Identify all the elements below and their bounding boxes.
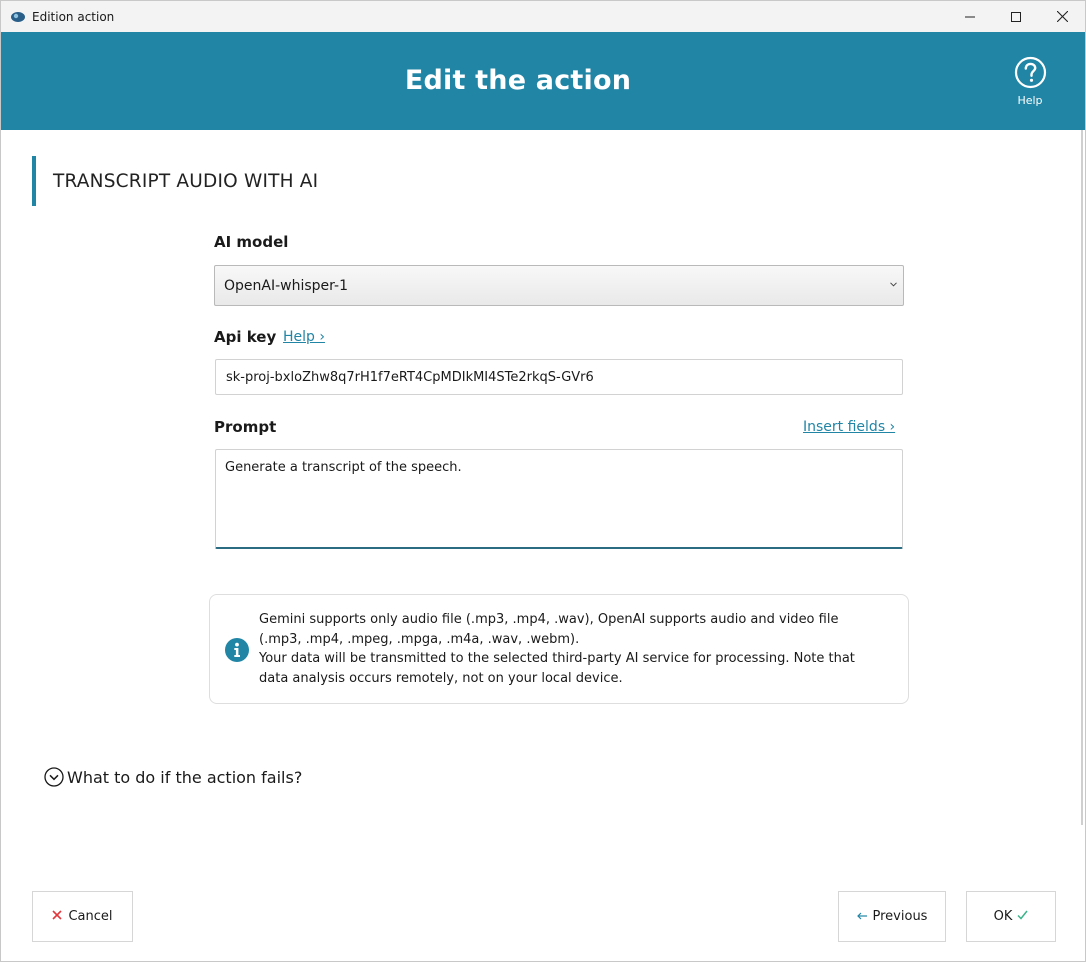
section-title: TRANSCRIPT AUDIO WITH AI: [32, 156, 318, 206]
chevron-down-icon: [890, 279, 897, 290]
ok-label: OK: [993, 909, 1013, 924]
info-line: Your data will be transmitted to the sel…: [259, 651, 855, 666]
minimize-button[interactable]: [947, 1, 993, 32]
previous-button[interactable]: Previous: [838, 891, 946, 942]
app-logo-icon: [10, 9, 26, 25]
window-title: Edition action: [32, 9, 115, 24]
scrollbar[interactable]: [1081, 130, 1083, 825]
maximize-button[interactable]: [993, 1, 1039, 32]
title-bar: Edition action: [1, 1, 1085, 32]
previous-label: Previous: [872, 909, 928, 924]
header-banner: Edit the action Help: [1, 32, 1085, 130]
ai-model-label: AI model: [214, 233, 289, 251]
ai-model-select[interactable]: OpenAI-whisper-1: [214, 265, 904, 306]
help-label: Help: [1017, 94, 1043, 107]
ok-button[interactable]: OK: [966, 891, 1056, 942]
info-line: Gemini supports only audio file (.mp3, .…: [259, 612, 839, 627]
question-circle-icon: [1014, 56, 1047, 93]
cancel-label: Cancel: [68, 909, 113, 924]
api-key-label: Api key: [214, 328, 277, 346]
ai-model-selected-value: OpenAI-whisper-1: [224, 277, 348, 294]
prompt-textarea[interactable]: Generate a transcript of the speech.: [215, 449, 903, 549]
info-line: data analysis occurs remotely, not on yo…: [259, 670, 623, 686]
action-fails-label: What to do if the action fails?: [67, 767, 303, 787]
action-fails-toggle[interactable]: What to do if the action fails?: [44, 767, 302, 787]
insert-fields-link[interactable]: Insert fields ›: [803, 419, 895, 435]
info-notice: Gemini supports only audio file (.mp3, .…: [209, 594, 909, 704]
close-icon: [52, 909, 63, 924]
edition-action-window: Edition action Edit the action Help TRAN…: [0, 0, 1086, 962]
chevron-down-circle-icon: [44, 767, 64, 787]
help-button[interactable]: Help: [1009, 56, 1051, 108]
close-window-button[interactable]: [1039, 1, 1085, 32]
page-title: Edit the action: [404, 65, 632, 96]
api-key-help-link[interactable]: Help ›: [283, 329, 325, 345]
arrow-left-icon: [856, 909, 867, 924]
prompt-label: Prompt: [214, 418, 277, 436]
checkmark-icon: [1017, 909, 1028, 924]
info-icon: [225, 638, 249, 662]
api-key-input[interactable]: sk-proj-bxloZhw8q7rH1f7eRT4CpMDIkMI4STe2…: [215, 359, 903, 395]
cancel-button[interactable]: Cancel: [32, 891, 133, 942]
info-text: Gemini supports only audio file (.mp3, .…: [259, 610, 879, 688]
info-line: (.mp3, .mp4, .mpeg, .mpga, .m4a, .wav, .…: [259, 631, 580, 647]
